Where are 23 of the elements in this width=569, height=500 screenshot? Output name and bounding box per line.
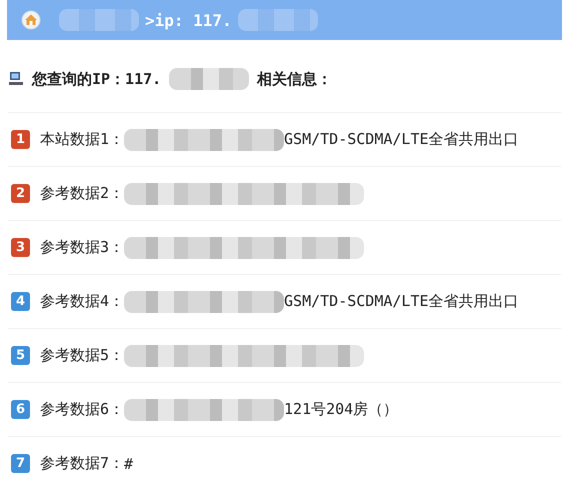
row-label: 参考数据6： [40, 400, 124, 419]
row-value: GSM/TD-SCDMA/LTE全省共用出口 [284, 292, 519, 311]
computer-icon [8, 71, 24, 87]
row-label: 本站数据1： [40, 130, 124, 149]
row-label: 参考数据2： [40, 184, 124, 203]
row-label: 参考数据7： [40, 454, 124, 473]
number-badge: 2 [11, 184, 30, 203]
number-badge: 4 [11, 292, 30, 311]
heading-text: 相关信息： [257, 70, 332, 88]
number-badge: 1 [11, 130, 30, 149]
number-badge: 6 [11, 400, 30, 419]
home-icon[interactable] [21, 10, 41, 30]
row-label: 参考数据3： [40, 238, 124, 257]
row-value: GSM/TD-SCDMA/LTE全省共用出口 [284, 130, 519, 149]
number-badge: 7 [11, 454, 30, 473]
row-label: 参考数据5： [40, 346, 124, 365]
row-value: # [124, 454, 134, 472]
row-value: 121号204房（） [284, 400, 398, 419]
heading-text: 您查询的IP：117. [32, 70, 162, 88]
row-label: 参考数据4： [40, 292, 124, 311]
number-badge: 5 [11, 346, 30, 365]
breadcrumb-text: >ip: 117. [145, 10, 232, 30]
number-badge: 3 [11, 238, 30, 257]
